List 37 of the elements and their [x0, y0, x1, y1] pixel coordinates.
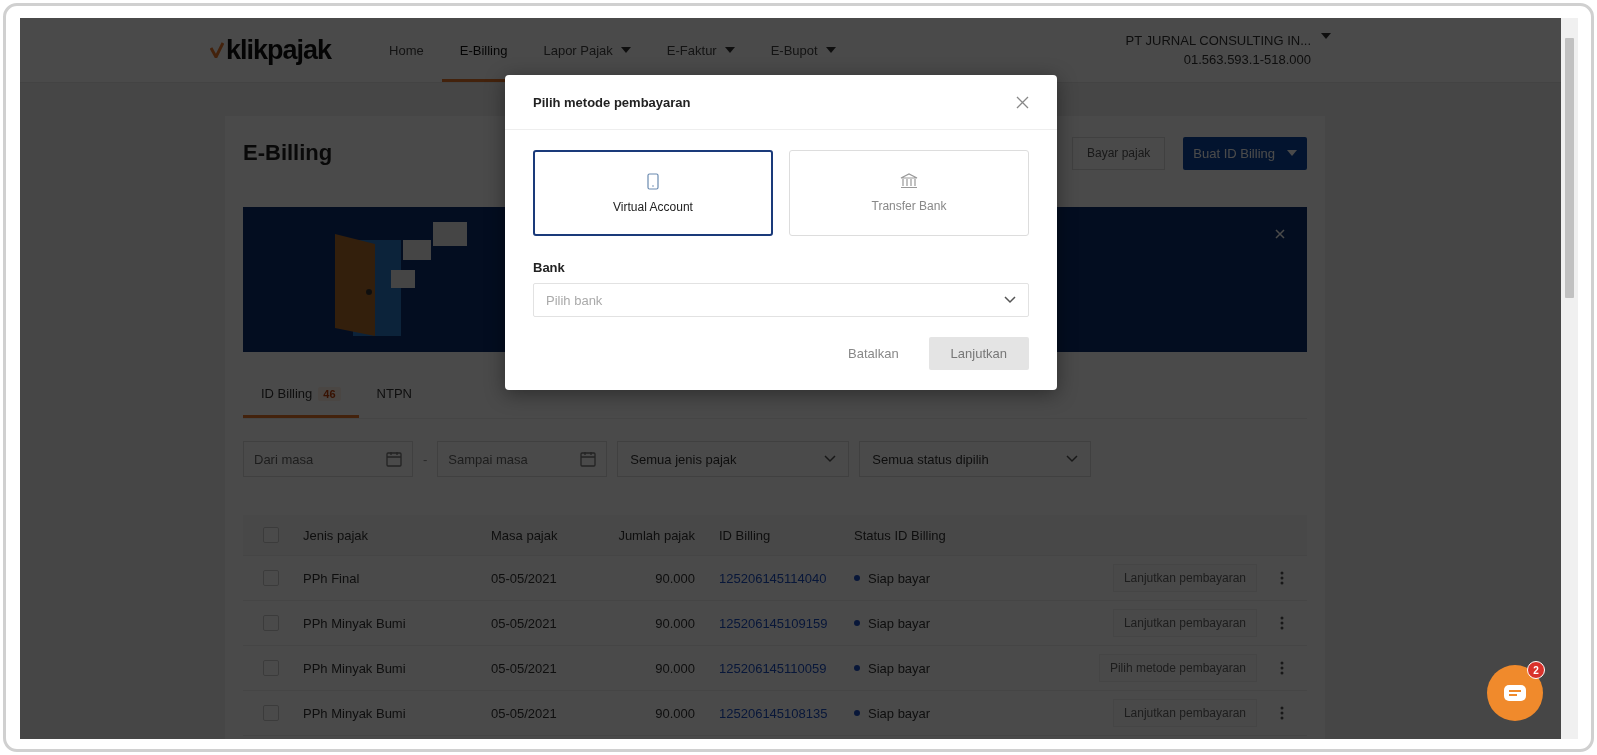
table-cell-text: PPh Minyak Bumi — [303, 660, 407, 676]
table-cell-text: PPh Minyak Bumi — [303, 615, 407, 631]
table-cell-text: PPh Minyak Bumi — [303, 705, 407, 721]
table-cell-text: PPh Final — [303, 570, 361, 586]
table-cell-text: 90.000 — [654, 615, 696, 631]
table-cell-text: 05-05/2021 — [491, 660, 558, 676]
range-separator: - — [423, 451, 428, 467]
status-text: Siap bayar — [868, 615, 931, 631]
close-icon[interactable] — [1016, 95, 1029, 109]
status-text: Siap bayar — [868, 660, 931, 676]
table-cell-text: 90.000 — [654, 570, 696, 586]
chevron-down-icon — [1004, 296, 1016, 304]
page-title: E-Billing — [243, 140, 333, 166]
status-text: Siap bayar — [868, 570, 931, 586]
column-header: ID Billing — [719, 527, 772, 543]
payment-method-option[interactable]: Virtual Account — [533, 150, 773, 236]
company-name[interactable]: PT JURNAL CONSULTING IN... — [1125, 33, 1311, 48]
table-cell-text: 05-05/2021 — [491, 705, 558, 721]
table-cell-text: 05-05/2021 — [491, 615, 558, 631]
scrollbar-thumb[interactable] — [1565, 38, 1574, 298]
tax-id: 01.563.593.1-518.000 — [1183, 52, 1311, 67]
column-header: Masa pajak — [491, 527, 559, 543]
table-cell-text: 05-05/2021 — [491, 570, 558, 586]
payment-method-option[interactable]: Transfer Bank — [789, 150, 1029, 236]
status-text: Siap bayar — [868, 705, 931, 721]
bank-dropdown[interactable]: Pilih bank — [533, 283, 1029, 317]
column-header: Status ID Billing — [854, 527, 947, 543]
message-icon — [1504, 685, 1526, 701]
cancel-button[interactable]: Batalkan — [842, 345, 905, 362]
column-header: Jenis pajak — [303, 527, 370, 543]
phone-icon — [647, 172, 659, 190]
bank-icon — [900, 173, 918, 189]
column-header: Jumlah pajak — [617, 527, 696, 543]
bank-label: Bank — [533, 260, 566, 275]
dialog-title: Pilih metode pembayaran — [533, 94, 691, 110]
table-cell-text: 90.000 — [654, 705, 696, 721]
table-cell-text: 90.000 — [654, 660, 696, 676]
